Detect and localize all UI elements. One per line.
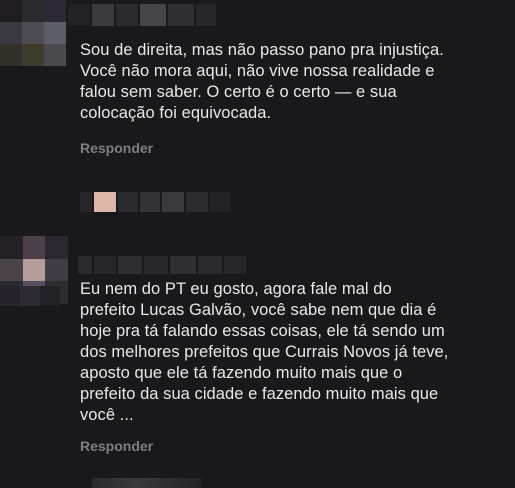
comment-line: você ... xyxy=(80,406,134,424)
comment-line: aposto que ele tá fazendo muito mais que… xyxy=(80,364,403,382)
comment-line: hoje pra tá falando essas coisas, ele tá… xyxy=(80,322,445,340)
avatar-1[interactable] xyxy=(0,0,66,66)
comment-text-1: Sou de direita, mas não passo pano pra i… xyxy=(80,40,444,124)
comment-line: Sou de direita, mas não passo pano pra i… xyxy=(80,41,444,59)
comment-line: dos melhores prefeitos que Currais Novos… xyxy=(80,343,449,361)
avatar-2-lower xyxy=(0,286,60,306)
comment-line: prefeito Lucas Galvão, você sabe nem que… xyxy=(80,301,437,319)
comment-line: falou sem saber. O certo é o certo — e s… xyxy=(80,83,397,101)
comment-line: Eu nem do PT eu gosto, agora fale mal do xyxy=(80,280,392,298)
next-comment-blur xyxy=(92,478,202,488)
reply-button-2[interactable]: Responder xyxy=(80,438,153,454)
author-name-1[interactable] xyxy=(68,4,216,26)
comment-line: colocação foi equivocada. xyxy=(80,104,272,122)
reply-button-1[interactable]: Responder xyxy=(80,140,153,156)
reply-avatar-blur xyxy=(80,192,230,212)
comment-line: Você não mora aqui, não vive nossa reali… xyxy=(80,62,435,80)
author-name-2[interactable] xyxy=(78,256,246,274)
comment-text-2: Eu nem do PT eu gosto, agora fale mal do… xyxy=(80,279,448,426)
comment-line: prefeito da sua cidade e fazendo muito m… xyxy=(80,385,439,403)
